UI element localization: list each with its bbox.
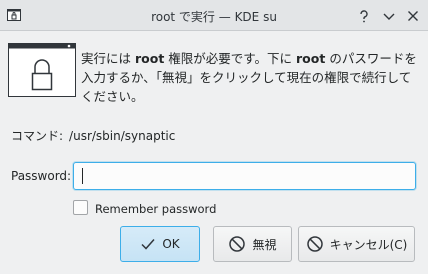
- remember-password-label[interactable]: Remember password: [95, 202, 216, 216]
- title-bar[interactable]: root で実行 — KDE su: [0, 0, 428, 31]
- ignore-button-label: 無視: [252, 237, 277, 252]
- message-username: root: [134, 51, 165, 66]
- command-row: コマンド: /usr/sbin/synaptic: [11, 127, 175, 144]
- message-text: 権限が必要です。下に: [164, 51, 297, 66]
- help-button[interactable]: [356, 8, 372, 24]
- remember-password-checkbox[interactable]: [73, 200, 88, 215]
- command-label: コマンド:: [11, 129, 64, 143]
- info-message: 実行には root 権限が必要です。下に root のパスワードを入力するか、「…: [81, 49, 421, 106]
- close-icon: [408, 11, 418, 21]
- password-input[interactable]: [73, 162, 416, 190]
- message-username: root: [296, 51, 326, 66]
- minimize-button[interactable]: [381, 8, 397, 24]
- chevron-down-icon: [383, 13, 395, 20]
- lock-window-illustration: [8, 43, 76, 97]
- text-caret: [82, 168, 83, 184]
- ok-button-label: OK: [162, 237, 180, 251]
- cancel-button[interactable]: キャンセル(C): [298, 226, 415, 262]
- question-icon: [360, 10, 368, 23]
- cancel-icon: [306, 236, 323, 252]
- cancel-button-label: キャンセル(C): [329, 237, 408, 252]
- command-value: /usr/sbin/synaptic: [69, 129, 176, 143]
- password-label: Password:: [11, 169, 72, 183]
- forbidden-icon: [229, 236, 246, 252]
- ok-button[interactable]: OK: [120, 226, 200, 262]
- close-button[interactable]: [405, 8, 421, 24]
- ignore-button[interactable]: 無視: [213, 226, 292, 262]
- message-text: 実行には: [81, 51, 135, 66]
- checkmark-icon: [141, 239, 155, 250]
